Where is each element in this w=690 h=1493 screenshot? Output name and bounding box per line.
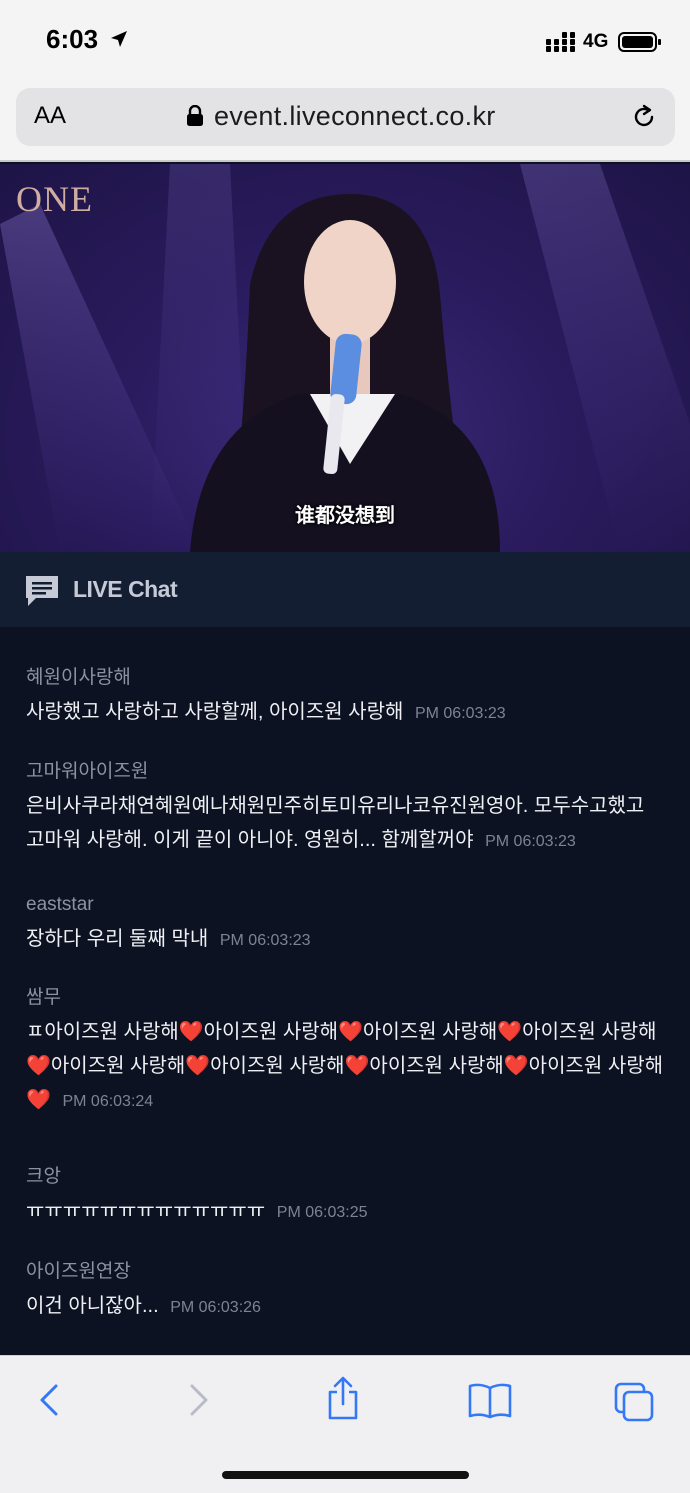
chat-bubble-icon — [24, 574, 60, 613]
chat-timestamp: PM 06:03:24 — [62, 1093, 154, 1110]
video-subtitle: 谁都没想到 — [295, 505, 395, 527]
chat-header: LIVE Chat — [0, 552, 690, 627]
home-indicator[interactable] — [222, 1471, 469, 1479]
reload-icon[interactable] — [630, 103, 658, 136]
chat-message-text: 이건 아니잖아... — [26, 1295, 159, 1317]
text-size-button[interactable]: AA — [34, 102, 66, 130]
chat-message: 혜원이사랑해 사랑했고 사랑하고 사랑할께, 아이즈원 사랑해 PM 06:03… — [26, 665, 666, 731]
chat-timestamp: PM 06:03:23 — [414, 705, 506, 722]
chat-message-body: 은비사쿠라채연혜원예나채원민주히토미유리나코유진원영아. 모두수고했고 고마워 … — [26, 789, 666, 859]
location-arrow-icon — [110, 30, 128, 53]
chat-message: 아이즈원연장 이건 아니잖아... PM 06:03:26 — [26, 1259, 666, 1325]
chat-message-body: ㅍ아이즈원 사랑해❤️아이즈원 사랑해❤️아이즈원 사랑해❤️아이즈원 사랑해❤… — [26, 1015, 666, 1119]
tabs-icon[interactable] — [614, 1382, 656, 1427]
chat-message: 쌈무 ㅍ아이즈원 사랑해❤️아이즈원 사랑해❤️아이즈원 사랑해❤️아이즈원 사… — [26, 985, 666, 1119]
video-player[interactable]: ONE 谁都没想到 — [0, 164, 690, 552]
chat-message-list[interactable]: 혜원이사랑해 사랑했고 사랑하고 사랑할께, 아이즈원 사랑해 PM 06:03… — [0, 627, 690, 1355]
status-time: 6:03 — [46, 24, 99, 54]
url-text[interactable]: event.liveconnect.co.kr — [214, 101, 496, 132]
forward-icon[interactable] — [186, 1380, 212, 1425]
chat-timestamp: PM 06:03:25 — [276, 1204, 368, 1221]
video-logo: ONE — [16, 179, 93, 219]
chat-message-text: ㅠㅠㅠㅠㅠㅠㅠㅠㅠㅠㅠㅠㅠ — [26, 1200, 266, 1222]
chat-title: LIVE Chat — [73, 576, 178, 602]
back-icon[interactable] — [36, 1380, 62, 1425]
status-bar: 6:03 4G — [0, 0, 690, 82]
chat-message: eaststar 장하다 우리 둘째 막내 PM 06:03:23 — [26, 892, 666, 958]
video-frame — [0, 164, 690, 552]
chat-username: 쌈무 — [26, 987, 61, 1008]
battery-icon — [618, 31, 662, 58]
chat-timestamp: PM 06:03:23 — [485, 833, 576, 850]
chat-message-text: 사랑했고 사랑하고 사랑할께, 아이즈원 사랑해 — [26, 701, 404, 723]
browser-address-area: AA event.liveconnect.co.kr — [0, 82, 690, 162]
signal-bars-icon — [546, 32, 576, 57]
chat-username: 크앙 — [26, 1166, 61, 1187]
chat-timestamp: PM 06:03:26 — [170, 1299, 261, 1316]
address-bar[interactable]: AA event.liveconnect.co.kr — [16, 88, 675, 146]
chat-username: 고마워아이즈원 — [26, 761, 149, 782]
chat-message-text: 장하다 우리 둘째 막내 — [26, 928, 209, 950]
bookmarks-icon[interactable] — [468, 1382, 512, 1425]
lock-icon — [186, 104, 204, 132]
share-icon[interactable] — [324, 1376, 362, 1427]
chat-message: 고마워아이즈원 은비사쿠라채연혜원예나채원민주히토미유리나코유진원영아. 모두수… — [26, 759, 666, 859]
chat-username: 아이즈원연장 — [26, 1261, 131, 1282]
chat-message: 크앙 ㅠㅠㅠㅠㅠㅠㅠㅠㅠㅠㅠㅠㅠ PM 06:03:25 — [26, 1164, 666, 1230]
chat-message-body: 장하다 우리 둘째 막내 PM 06:03:23 — [26, 922, 666, 958]
network-type: 4G — [583, 31, 609, 52]
chat-message-body: 사랑했고 사랑하고 사랑할께, 아이즈원 사랑해 PM 06:03:23 — [26, 695, 666, 731]
chat-message-body: ㅠㅠㅠㅠㅠㅠㅠㅠㅠㅠㅠㅠㅠ PM 06:03:25 — [26, 1194, 666, 1230]
chat-message-body: 이건 아니잖아... PM 06:03:26 — [26, 1289, 666, 1325]
chat-username: 혜원이사랑해 — [26, 667, 131, 688]
chat-timestamp: PM 06:03:23 — [219, 932, 311, 949]
chat-username: eaststar — [26, 894, 94, 915]
